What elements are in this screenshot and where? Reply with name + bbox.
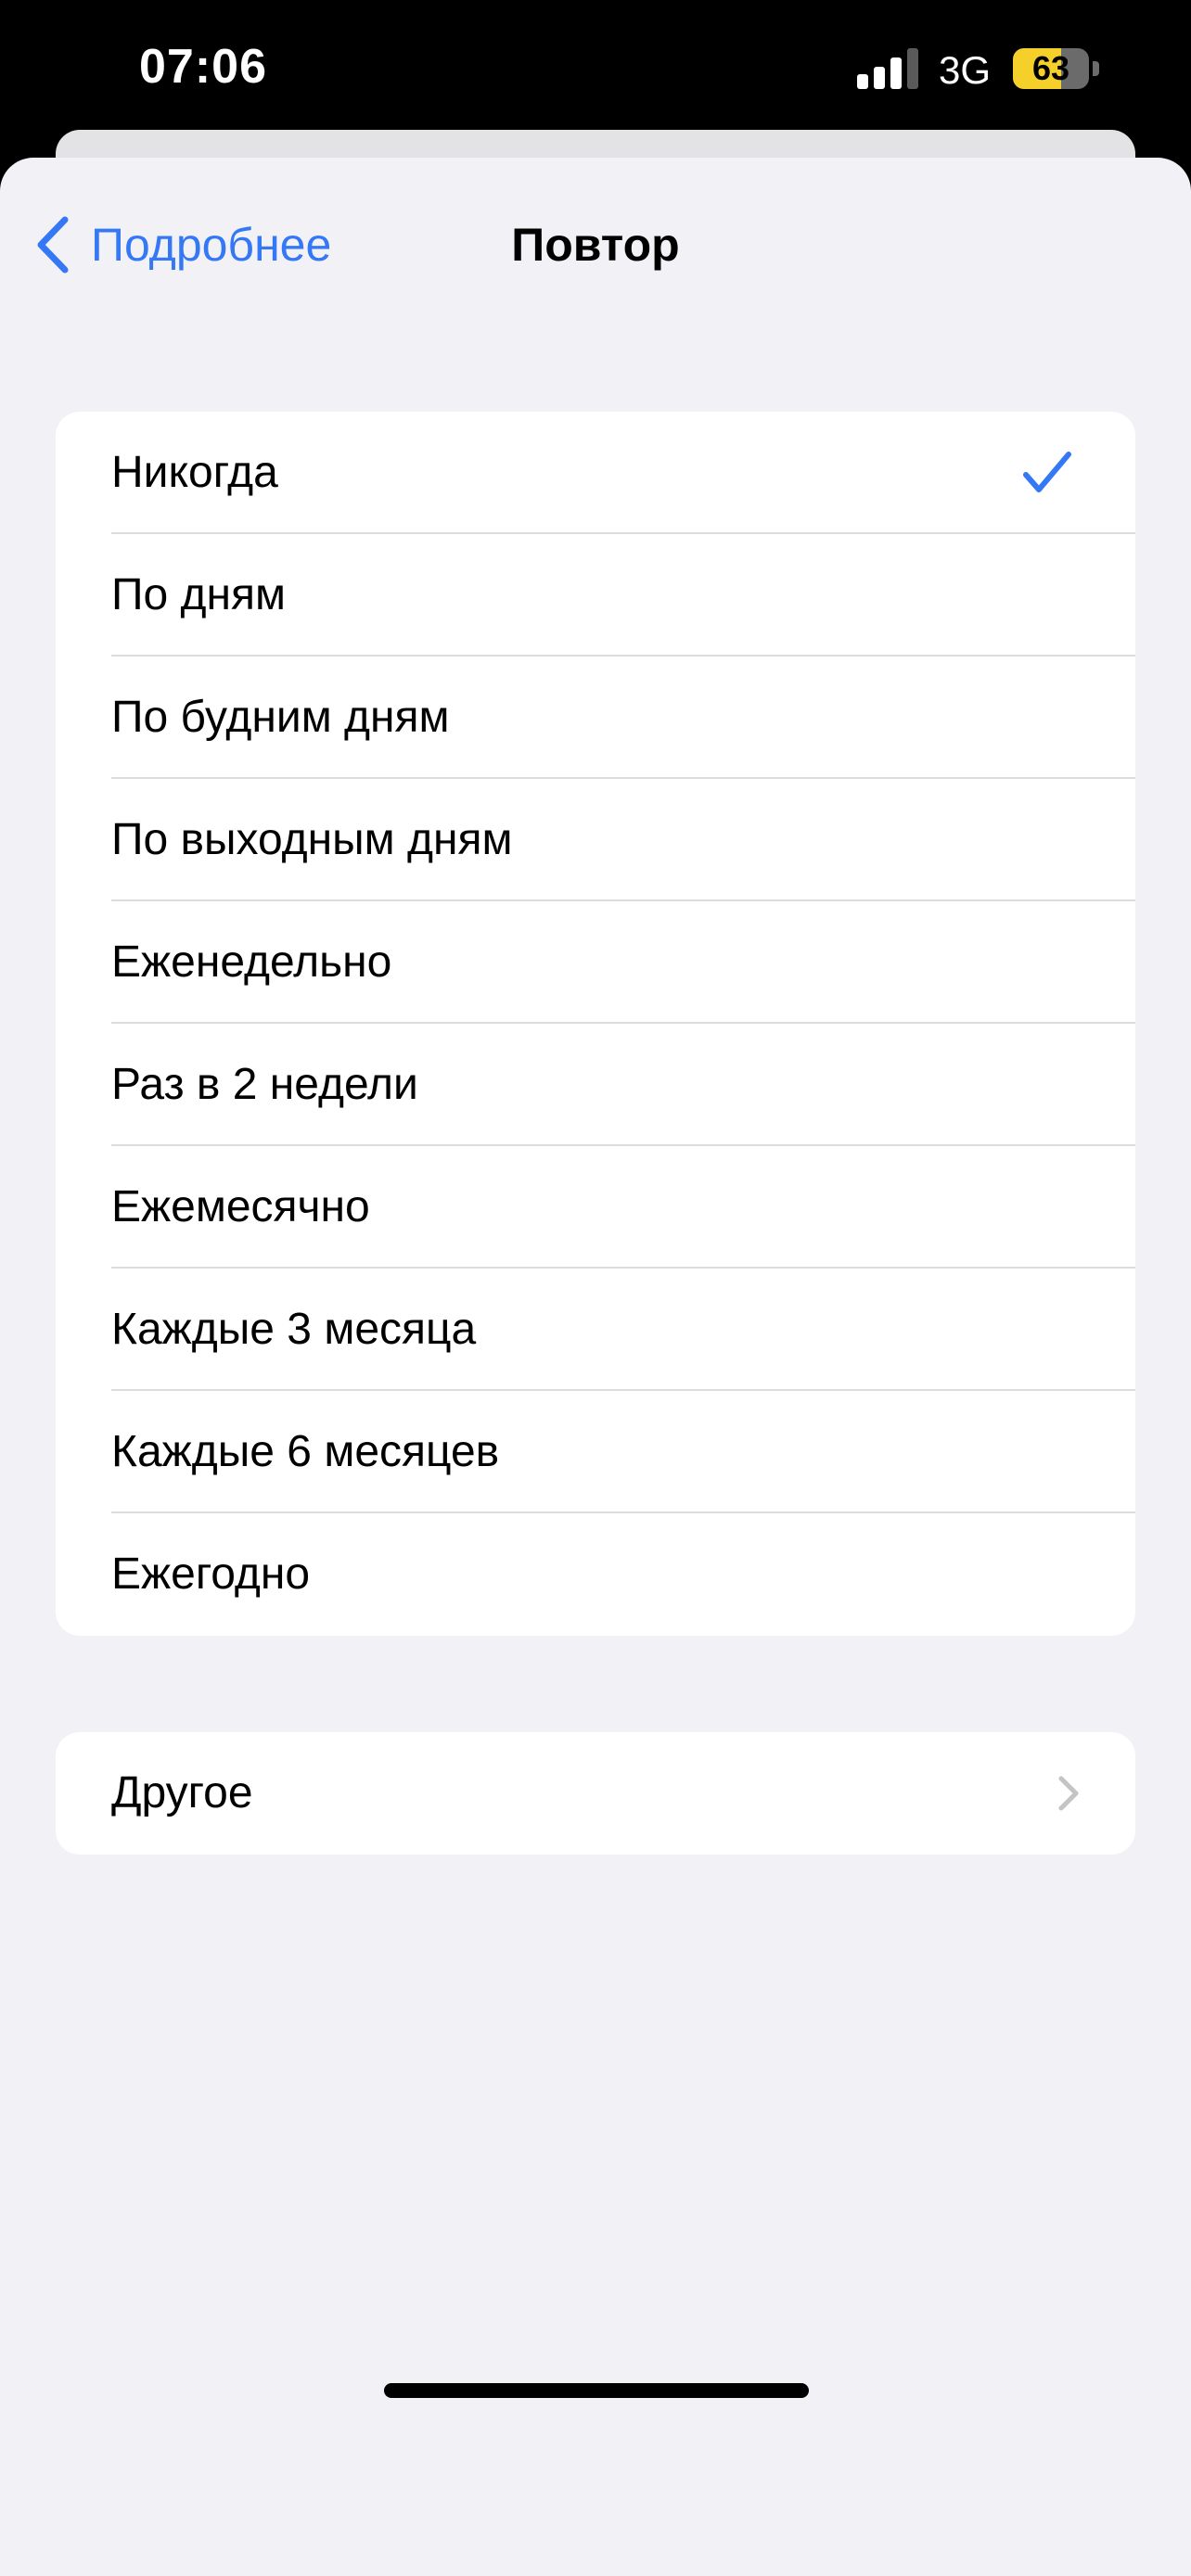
battery-level: 63 — [1031, 49, 1070, 87]
repeat-option-row[interactable]: Раз в 2 недели — [56, 1024, 1135, 1146]
chevron-right-icon — [1058, 1776, 1079, 1811]
battery-icon: 63 — [1013, 48, 1102, 89]
repeat-option-label: По выходным дням — [111, 815, 513, 864]
repeat-option-row[interactable]: Еженедельно — [56, 901, 1135, 1024]
repeat-option-label: Раз в 2 недели — [111, 1060, 418, 1109]
repeat-sheet: Подробнее Повтор Никогда По дням По будним… — [0, 158, 1191, 2576]
repeat-option-row[interactable]: По дням — [56, 534, 1135, 657]
battery-cap — [1093, 61, 1099, 76]
repeat-option-label: Ежегодно — [111, 1549, 311, 1599]
network-type: 3G — [939, 48, 992, 92]
navigation-bar: Подробнее Повтор — [0, 198, 1191, 291]
repeat-option-row[interactable]: Ежегодно — [56, 1513, 1135, 1636]
status-bar: 07:06 3G 63 — [0, 0, 1191, 148]
chevron-left-icon — [37, 216, 69, 274]
repeat-option-row[interactable]: Каждые 6 месяцев — [56, 1391, 1135, 1513]
checkmark-icon — [1023, 452, 1071, 492]
repeat-option-row[interactable]: По выходным дням — [56, 779, 1135, 901]
repeat-option-label: Никогда — [111, 448, 278, 497]
battery-body: 63 — [1013, 48, 1089, 89]
repeat-option-row[interactable]: По будним дням — [56, 657, 1135, 779]
repeat-option-label: Каждые 6 месяцев — [111, 1427, 500, 1476]
status-time: 07:06 — [139, 40, 267, 94]
repeat-option-label: По будним дням — [111, 693, 450, 742]
other-repeat-option[interactable]: Другое — [56, 1732, 1135, 1855]
repeat-option-label: Еженедельно — [111, 937, 392, 987]
repeat-options-list: Никогда По дням По будним дням По выходным … — [56, 412, 1135, 1636]
cellular-signal-icon — [857, 48, 918, 89]
repeat-option-label: По дням — [111, 570, 287, 619]
back-button-label: Подробнее — [91, 219, 332, 271]
repeat-option-row[interactable]: Каждые 3 месяца — [56, 1269, 1135, 1391]
repeat-option-label: Ежемесячно — [111, 1182, 370, 1231]
back-button[interactable]: Подробнее — [33, 198, 331, 291]
home-indicator[interactable] — [384, 2383, 809, 2398]
repeat-option-row[interactable]: Никогда — [56, 412, 1135, 534]
repeat-option-label: Каждые 3 месяца — [111, 1305, 477, 1354]
other-option-label: Другое — [111, 1768, 253, 1817]
repeat-option-row[interactable]: Ежемесячно — [56, 1146, 1135, 1269]
